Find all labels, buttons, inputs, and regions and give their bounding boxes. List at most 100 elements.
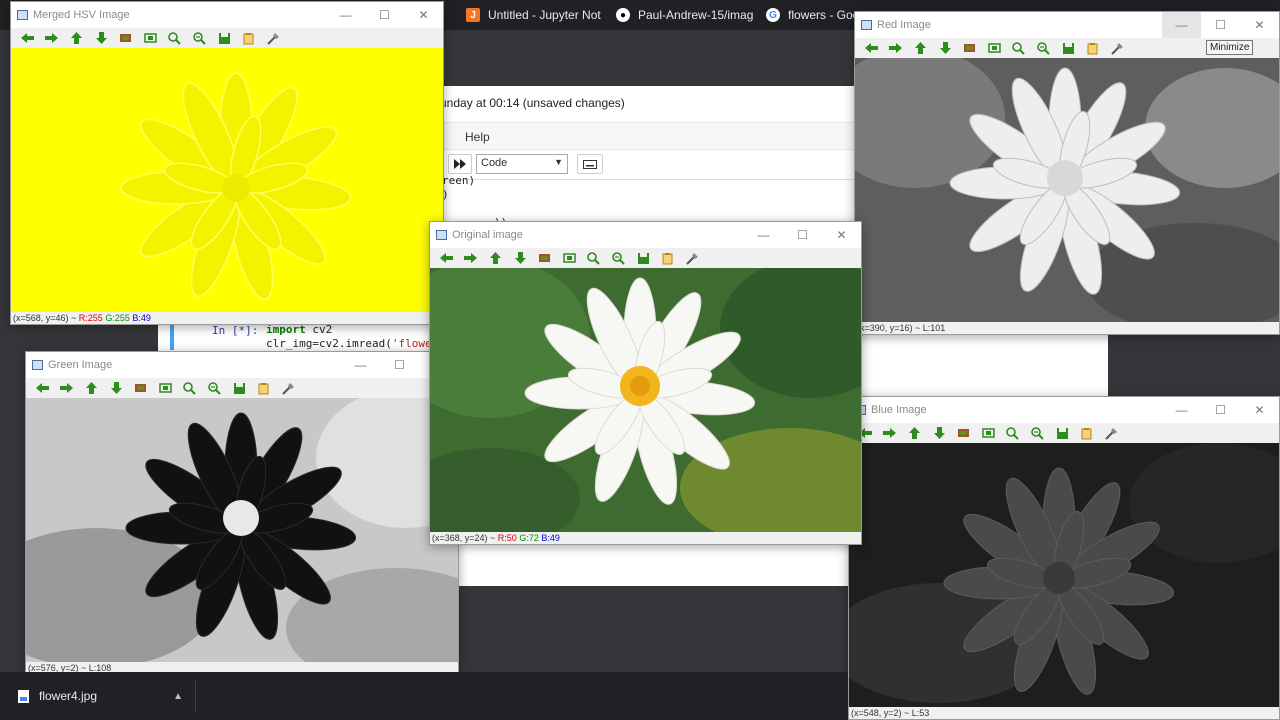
- window-titlebar[interactable]: Red Image — ☐ ✕: [855, 12, 1279, 38]
- zoom-image-icon[interactable]: [128, 379, 153, 397]
- clipboard-icon[interactable]: [1080, 39, 1105, 57]
- window-green[interactable]: Green Image — ☐ (x=576, y=2) ~ L:108: [25, 351, 459, 675]
- arrow-down-icon[interactable]: [933, 39, 958, 57]
- zoom-out-icon[interactable]: [1031, 39, 1056, 57]
- window-merged-hsv[interactable]: Merged HSV Image — ☐ ✕ (x=568, y=46) ~ R…: [10, 1, 444, 325]
- clipboard-icon[interactable]: [655, 249, 680, 267]
- flower-center: [222, 174, 250, 202]
- github-icon: ●: [616, 8, 630, 22]
- red-image-canvas[interactable]: [855, 58, 1279, 324]
- zoom-image-icon[interactable]: [957, 39, 982, 57]
- fit-window-icon[interactable]: [138, 29, 163, 47]
- save-icon[interactable]: [1056, 39, 1081, 57]
- arrow-down-icon[interactable]: [508, 249, 533, 267]
- zoom-in-icon[interactable]: [1001, 424, 1026, 442]
- code-line-2[interactable]: clr_img=cv2.imread('flower: [266, 337, 438, 350]
- merged-image-canvas[interactable]: [11, 48, 443, 314]
- maximize-icon[interactable]: ☐: [783, 222, 822, 248]
- arrow-up-icon[interactable]: [902, 424, 927, 442]
- clipboard-icon[interactable]: [1074, 424, 1099, 442]
- maximize-icon[interactable]: ☐: [1201, 397, 1240, 423]
- fit-window-icon[interactable]: [976, 424, 1001, 442]
- arrow-down-icon[interactable]: [104, 379, 129, 397]
- clipboard-icon[interactable]: [251, 379, 276, 397]
- maximize-icon[interactable]: ☐: [365, 2, 404, 28]
- minimize-icon[interactable]: —: [744, 222, 783, 248]
- tab-jupyter[interactable]: J Untitled - Jupyter Not ✕: [466, 0, 606, 30]
- zoom-image-icon[interactable]: [113, 29, 138, 47]
- properties-icon[interactable]: [261, 29, 286, 47]
- close-icon[interactable]: ✕: [404, 2, 443, 28]
- app-icon: [436, 230, 447, 240]
- blue-image-canvas[interactable]: [849, 443, 1279, 709]
- fit-window-icon[interactable]: [557, 249, 582, 267]
- keyboard-button[interactable]: [577, 154, 603, 174]
- close-icon[interactable]: ✕: [1240, 12, 1279, 38]
- properties-icon[interactable]: [276, 379, 301, 397]
- window-titlebar[interactable]: Green Image — ☐: [26, 352, 458, 378]
- arrow-right-icon[interactable]: [40, 29, 65, 47]
- window-blue[interactable]: Blue Image — ☐ ✕ (x=548, y=2) ~ L:53: [848, 396, 1280, 720]
- arrow-up-icon[interactable]: [79, 379, 104, 397]
- minimize-icon[interactable]: —: [326, 2, 365, 28]
- fit-window-icon[interactable]: [982, 39, 1007, 57]
- minimize-icon[interactable]: —: [341, 352, 380, 378]
- arrow-left-icon[interactable]: [434, 249, 459, 267]
- save-icon[interactable]: [212, 29, 237, 47]
- zoom-in-icon[interactable]: [163, 29, 188, 47]
- green-image-canvas[interactable]: [26, 398, 458, 664]
- arrow-up-icon[interactable]: [483, 249, 508, 267]
- arrow-right-icon[interactable]: [884, 39, 909, 57]
- fast-forward-button[interactable]: [448, 154, 472, 174]
- tab-label: Paul-Andrew-15/imag: [638, 8, 754, 22]
- maximize-icon[interactable]: ☐: [1201, 12, 1240, 38]
- close-icon[interactable]: ✕: [822, 222, 861, 248]
- zoom-in-icon[interactable]: [1007, 39, 1032, 57]
- arrow-up-icon[interactable]: [64, 29, 89, 47]
- window-titlebar[interactable]: Merged HSV Image — ☐ ✕: [11, 2, 443, 28]
- zoom-out-icon[interactable]: [1025, 424, 1050, 442]
- window-titlebar[interactable]: Blue Image — ☐ ✕: [849, 397, 1279, 423]
- tab-google[interactable]: G flowers - Google S: [766, 0, 856, 30]
- properties-icon[interactable]: [1099, 424, 1124, 442]
- zoom-out-icon[interactable]: [606, 249, 631, 267]
- code-fragment: reen): [442, 174, 476, 187]
- arrow-down-icon[interactable]: [89, 29, 114, 47]
- save-icon[interactable]: [631, 249, 656, 267]
- arrow-left-icon[interactable]: [859, 39, 884, 57]
- chevron-up-icon[interactable]: ▲: [173, 691, 183, 702]
- properties-icon[interactable]: [1105, 39, 1130, 57]
- download-item[interactable]: flower4.jpg ▲: [10, 680, 196, 712]
- save-icon[interactable]: [1050, 424, 1075, 442]
- zoom-out-icon[interactable]: [187, 29, 212, 47]
- menu-help[interactable]: Help: [465, 130, 490, 144]
- window-original[interactable]: Original image — ☐ ✕ (x=368, y=24) ~ R:5…: [429, 221, 862, 545]
- arrow-left-icon[interactable]: [15, 29, 40, 47]
- arrow-left-icon[interactable]: [30, 379, 55, 397]
- window-titlebar[interactable]: Original image — ☐ ✕: [430, 222, 861, 248]
- zoom-in-icon[interactable]: [582, 249, 607, 267]
- merged-flower-image: [11, 48, 443, 314]
- window-red[interactable]: Red Image — ☐ ✕ (x=390, y=16) ~ L:101: [854, 11, 1280, 335]
- arrow-right-icon[interactable]: [878, 424, 903, 442]
- maximize-icon[interactable]: ☐: [380, 352, 419, 378]
- zoom-image-icon[interactable]: [532, 249, 557, 267]
- arrow-right-icon[interactable]: [459, 249, 484, 267]
- save-icon[interactable]: [227, 379, 252, 397]
- fit-window-icon[interactable]: [153, 379, 178, 397]
- arrow-up-icon[interactable]: [908, 39, 933, 57]
- cell-type-value: Code: [481, 157, 508, 169]
- zoom-in-icon[interactable]: [178, 379, 203, 397]
- minimize-icon[interactable]: —: [1162, 397, 1201, 423]
- arrow-down-icon[interactable]: [927, 424, 952, 442]
- clipboard-icon[interactable]: [236, 29, 261, 47]
- zoom-image-icon[interactable]: [951, 424, 976, 442]
- cell-type-select[interactable]: Code ▼: [476, 154, 568, 174]
- original-image-canvas[interactable]: [430, 268, 861, 534]
- minimize-icon[interactable]: —: [1162, 12, 1201, 38]
- zoom-out-icon[interactable]: [202, 379, 227, 397]
- tab-github[interactable]: ● Paul-Andrew-15/imag ✕: [616, 0, 760, 30]
- close-icon[interactable]: ✕: [1240, 397, 1279, 423]
- properties-icon[interactable]: [680, 249, 705, 267]
- arrow-right-icon[interactable]: [55, 379, 80, 397]
